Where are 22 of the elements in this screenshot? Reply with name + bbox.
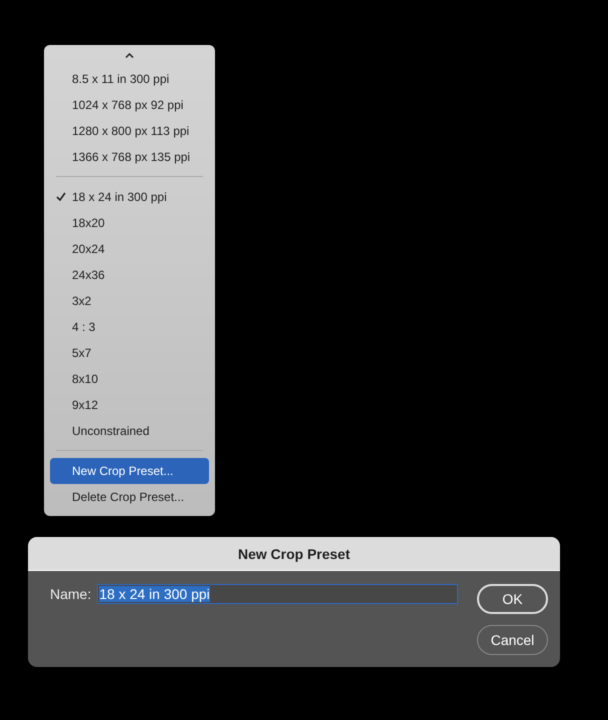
menu-item[interactable]: 8x10 xyxy=(50,366,209,392)
menu-item[interactable]: 5x7 xyxy=(50,340,209,366)
menu-item[interactable]: 8.5 x 11 in 300 ppi xyxy=(50,66,209,92)
menu-item[interactable]: Unconstrained xyxy=(50,418,209,444)
name-field[interactable]: 18 x 24 in 300 ppi xyxy=(97,584,458,604)
menu-item[interactable]: 3x2 xyxy=(50,288,209,314)
menu-item[interactable]: 1024 x 768 px 92 ppi xyxy=(50,92,209,118)
menu-item[interactable]: Delete Crop Preset... xyxy=(50,484,209,510)
menu-item[interactable]: 1366 x 768 px 135 ppi xyxy=(50,144,209,170)
ok-button[interactable]: OK xyxy=(477,584,548,614)
menu-item[interactable]: 18x20 xyxy=(50,210,209,236)
menu-item[interactable]: 20x24 xyxy=(50,236,209,262)
menu-item[interactable]: 18 x 24 in 300 ppi xyxy=(50,184,209,210)
name-label: Name: xyxy=(50,586,92,602)
menu-item[interactable]: New Crop Preset... xyxy=(50,458,209,484)
menu-item[interactable]: 4 : 3 xyxy=(50,314,209,340)
menu-item[interactable]: 24x36 xyxy=(50,262,209,288)
cancel-button[interactable]: Cancel xyxy=(477,625,548,655)
menu-item[interactable]: 9x12 xyxy=(50,392,209,418)
scroll-up-caret-icon[interactable] xyxy=(125,53,134,58)
dialog-title: New Crop Preset xyxy=(238,546,350,562)
menu-item[interactable]: 1280 x 800 px 113 ppi xyxy=(50,118,209,144)
